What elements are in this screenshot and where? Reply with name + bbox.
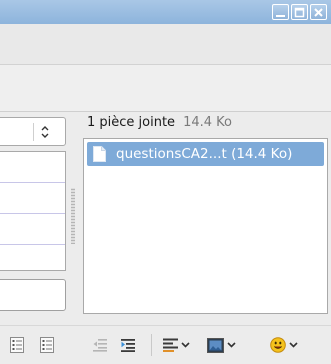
main-toolbar bbox=[0, 24, 331, 65]
maximize-icon bbox=[294, 7, 305, 17]
file-icon bbox=[93, 146, 106, 162]
decrease-indent-icon bbox=[93, 339, 107, 352]
chevron-down-icon bbox=[181, 342, 190, 348]
attachment-count: 1 pièce jointe bbox=[87, 115, 176, 130]
bulleted-list-button[interactable] bbox=[10, 335, 24, 355]
attachment-item-label: questionsCA2...t (14.4 Ko) bbox=[116, 146, 293, 162]
close-button[interactable] bbox=[310, 4, 327, 20]
chevron-down-icon bbox=[289, 342, 298, 348]
title-bar bbox=[0, 0, 331, 24]
text-align-icon bbox=[163, 338, 178, 352]
recipient-list[interactable] bbox=[0, 151, 66, 271]
recipient-row-divider bbox=[0, 244, 65, 245]
subject-field[interactable] bbox=[0, 279, 66, 311]
close-icon bbox=[314, 7, 323, 17]
header-toolbar bbox=[0, 65, 331, 112]
chevron-down-icon bbox=[227, 342, 236, 348]
toolbar-separator bbox=[151, 334, 152, 356]
updown-arrow-icon bbox=[41, 126, 49, 138]
format-toolbar bbox=[0, 325, 331, 364]
increase-indent-icon bbox=[121, 339, 135, 352]
insert-image-icon bbox=[207, 337, 224, 353]
pane-splitter-handle[interactable] bbox=[71, 188, 75, 244]
attachment-total-size: 14.4 Ko bbox=[183, 115, 232, 130]
recipient-row-divider bbox=[0, 213, 65, 214]
minimize-button[interactable] bbox=[272, 4, 289, 20]
decrease-indent-button bbox=[93, 335, 107, 355]
numbered-list-icon bbox=[40, 337, 54, 353]
numbered-list-button[interactable] bbox=[40, 335, 54, 355]
window-controls bbox=[272, 4, 327, 20]
bulleted-list-icon bbox=[10, 337, 24, 353]
recipient-row-divider bbox=[0, 182, 65, 183]
smiley-icon bbox=[270, 337, 286, 353]
attachment-item[interactable]: questionsCA2...t (14.4 Ko) bbox=[87, 142, 324, 166]
compose-window: 1 pièce jointe 14.4 Ko questionsCA2...t … bbox=[0, 0, 331, 364]
insert-image-button[interactable] bbox=[207, 335, 236, 355]
increase-indent-button[interactable] bbox=[121, 335, 135, 355]
text-align-button[interactable] bbox=[163, 335, 190, 355]
combo-separator bbox=[33, 123, 34, 141]
minimize-icon bbox=[276, 14, 285, 17]
insert-smiley-button[interactable] bbox=[270, 335, 298, 355]
from-combo[interactable] bbox=[0, 117, 66, 146]
attachment-list[interactable]: questionsCA2...t (14.4 Ko) bbox=[83, 138, 328, 314]
maximize-button[interactable] bbox=[291, 4, 308, 20]
attachment-header: 1 pièce jointe 14.4 Ko bbox=[87, 115, 232, 133]
